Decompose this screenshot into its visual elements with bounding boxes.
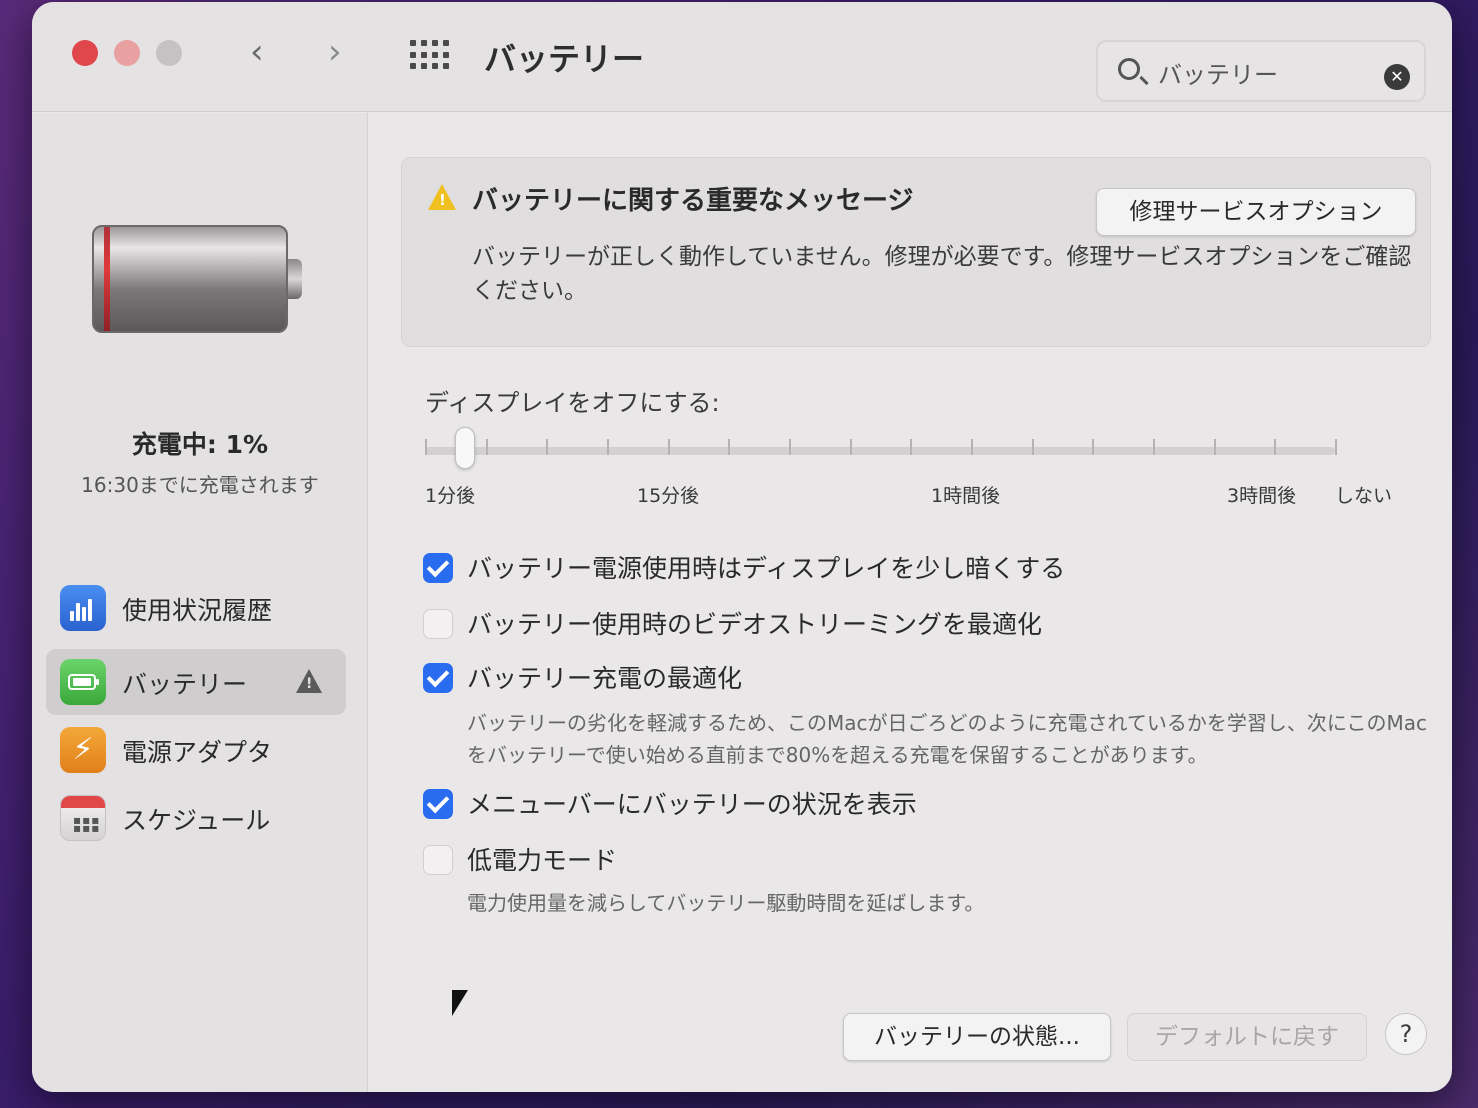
usage-chart-icon <box>60 585 106 631</box>
option-description: バッテリーの劣化を軽減するため、このMacが日ごろどのように充電されているかを学… <box>467 711 1428 767</box>
sidebar-item-battery[interactable]: バッテリー ! <box>46 649 346 715</box>
main-content: ! バッテリーに関する重要なメッセージ 修理サービスオプション バッテリーが正し… <box>369 113 1452 1092</box>
charge-until: 16:30までに充電されます <box>81 473 319 497</box>
slider-tick <box>485 439 488 455</box>
slider-tick <box>971 439 973 455</box>
slider-tick <box>1031 439 1034 455</box>
search-icon <box>1118 58 1140 80</box>
display-off-label: ディスプレイをオフにする: <box>425 389 720 417</box>
option-description: 電力使用量を減らしてバッテリー駆動時間を延ばします。 <box>467 891 985 915</box>
checkbox[interactable] <box>423 663 453 693</box>
warning-icon: ! <box>296 669 322 693</box>
slider-label-15min: 15分後 <box>637 485 700 507</box>
option-label: 低電力モード <box>467 846 618 875</box>
restore-defaults-button[interactable]: デフォルトに戻す <box>1127 1013 1367 1061</box>
slider-tick <box>667 439 670 455</box>
charge-status: 充電中: 1% <box>131 430 269 459</box>
battery-health-button[interactable]: バッテリーの状態... <box>843 1013 1111 1061</box>
slider-tick <box>1092 439 1095 455</box>
checkbox[interactable] <box>423 789 453 819</box>
sidebar-item-power-adapter[interactable]: ⚡ 電源アダプタ <box>46 717 346 783</box>
search-input[interactable] <box>1158 54 1358 90</box>
sidebar-item-label: 使用状況履歴 <box>122 596 273 625</box>
battery-alert: ! バッテリーに関する重要なメッセージ 修理サービスオプション バッテリーが正し… <box>401 157 1431 347</box>
slider-tick <box>546 439 549 455</box>
battery-level-graphic <box>92 225 302 335</box>
checkbox[interactable] <box>423 845 453 875</box>
slider-tick <box>1153 439 1155 455</box>
help-button[interactable]: ? <box>1385 1013 1427 1055</box>
slider-label-never: しない <box>1335 485 1393 507</box>
slider-tick <box>910 439 913 455</box>
slider-tick <box>1274 439 1277 455</box>
repair-options-button[interactable]: 修理サービスオプション <box>1096 188 1416 236</box>
slider-tick <box>728 439 731 455</box>
alert-title: バッテリーに関する重要なメッセージ <box>472 186 914 216</box>
calendar-icon: ▪▪▪ ▪▪▪ <box>60 795 106 841</box>
minimize-window-button[interactable] <box>114 40 140 66</box>
show-all-grid-icon[interactable] <box>410 40 450 70</box>
option-label: バッテリー充電の最適化 <box>467 664 743 693</box>
checkbox[interactable] <box>423 609 453 639</box>
alert-message: バッテリーが正しく動作していません。修理が必要です。修理サービスオプションをご確… <box>472 244 1412 304</box>
sidebar-item-label: バッテリー <box>122 670 248 699</box>
sidebar: 充電中: 1% 16:30までに充電されます 使用状況履歴 バッテリー ! ⚡ … <box>32 113 368 1092</box>
mouse-pointer-icon <box>452 990 468 1016</box>
title-bar: ‹ › バッテリー ✕ <box>32 2 1452 112</box>
sidebar-item-schedule[interactable]: ▪▪▪ ▪▪▪ スケジュール <box>46 785 346 851</box>
slider-tick <box>425 439 427 455</box>
option-label: メニューバーにバッテリーの状況を表示 <box>467 790 917 819</box>
slider-tick <box>849 439 852 455</box>
display-off-slider[interactable] <box>425 447 1335 455</box>
close-window-button[interactable] <box>72 40 98 66</box>
slider-label-1min: 1分後 <box>425 485 476 507</box>
warning-icon: ! <box>428 184 456 210</box>
window-title: バッテリー <box>484 40 645 78</box>
sidebar-item-usage-history[interactable]: 使用状況履歴 <box>46 575 346 641</box>
slider-tick <box>1213 439 1216 455</box>
option-label: バッテリー使用時のビデオストリーミングを最適化 <box>467 610 1043 639</box>
preferences-window: ‹ › バッテリー ✕ 充電中: 1% 16:30までに充電されます <box>32 2 1452 1092</box>
battery-icon <box>60 659 106 705</box>
zoom-window-button[interactable] <box>156 40 182 66</box>
slider-tick <box>789 439 791 455</box>
forward-button[interactable]: › <box>328 32 342 72</box>
slider-tick <box>1335 439 1337 455</box>
slider-label-1hour: 1時間後 <box>931 485 1001 507</box>
checkbox[interactable] <box>423 553 453 583</box>
sidebar-item-label: 電源アダプタ <box>122 738 273 767</box>
slider-thumb[interactable] <box>455 427 475 469</box>
clear-search-icon[interactable]: ✕ <box>1384 64 1410 90</box>
power-adapter-icon: ⚡ <box>60 727 106 773</box>
search-field[interactable]: ✕ <box>1096 40 1426 102</box>
sidebar-item-label: スケジュール <box>122 806 271 835</box>
option-label: バッテリー電源使用時はディスプレイを少し暗くする <box>467 554 1066 583</box>
slider-label-3hours: 3時間後 <box>1227 485 1297 507</box>
back-button[interactable]: ‹ <box>250 32 264 72</box>
slider-tick <box>607 439 609 455</box>
